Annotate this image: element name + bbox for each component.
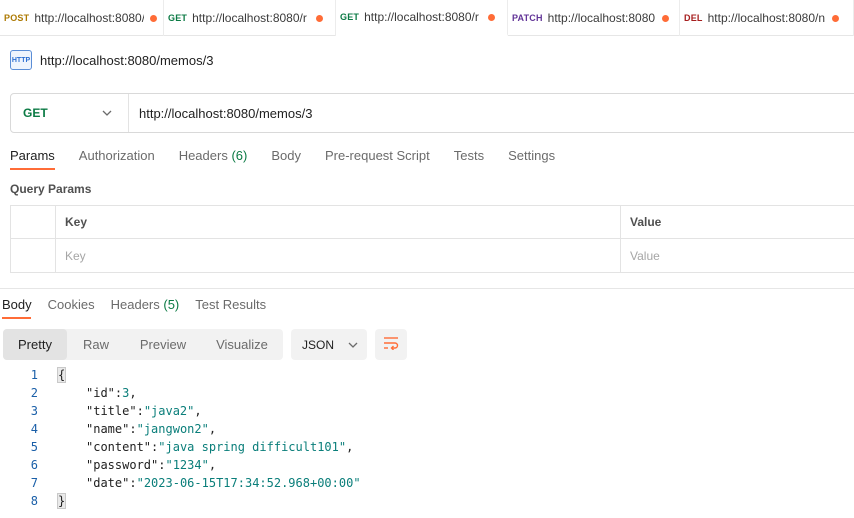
request-config-tabs: Params Authorization Headers (6) Body Pr… [10,148,579,170]
tab-settings[interactable]: Settings [508,148,555,170]
json-value: "1234" [165,458,209,472]
value-input[interactable]: Value [621,239,854,272]
tab-authorization[interactable]: Authorization [79,148,155,170]
line-number: 4 [30,422,38,436]
chevron-down-icon [348,339,358,351]
tab-url-label: http://localhost:8080/r [364,10,479,24]
json-value: "jangwon2" [136,422,209,436]
tab-cookies[interactable]: Cookies [48,297,95,319]
unsaved-dot-icon [150,14,157,22]
checkbox-cell [11,239,56,272]
line-number: 3 [30,404,38,418]
unsaved-dot-icon [831,14,839,22]
code-line: 8} [0,492,854,510]
line-number: 7 [30,476,38,490]
tab-body[interactable]: Body [271,148,301,170]
wrap-lines-icon [383,336,399,353]
line-number: 6 [30,458,38,472]
table-row: Key Value [11,239,854,272]
unsaved-dot-icon [488,13,496,21]
format-dropdown[interactable]: JSON [291,329,367,360]
section-divider [0,288,854,289]
tab-method-label: DEL [684,13,703,23]
view-mode-segmented-control: Pretty Raw Preview Visualize [3,329,283,360]
tab-params[interactable]: Params [10,148,55,170]
request-tab-post[interactable]: POST http://localhost:8080/ [0,0,164,36]
unsaved-dot-icon [316,14,324,22]
pretty-button[interactable]: Pretty [3,329,67,360]
chevron-down-icon [102,107,112,119]
method-value: GET [23,106,48,120]
raw-button[interactable]: Raw [67,329,125,360]
line-number: 1 [30,368,38,382]
line-number: 8 [30,494,38,508]
column-header-value: Value [630,215,662,229]
response-tabs: Body Cookies Headers (5) Test Results [2,297,282,319]
request-tab-delete[interactable]: DEL http://localhost:8080/n [680,0,854,36]
request-tab-get-2[interactable]: GET http://localhost:8080/r [336,0,508,36]
column-header-key: Key [56,206,621,238]
line-number: 5 [30,440,38,454]
unsaved-dot-icon [661,14,669,22]
tab-url-label: http://localhost:8080 [547,11,656,25]
request-tab-bar: POST http://localhost:8080/ GET http://l… [0,0,854,36]
tab-method-label: GET [168,13,188,23]
method-dropdown[interactable]: GET [11,94,129,132]
code-line: 2 "id": 3, [0,384,854,402]
tab-method-label: PATCH [512,13,543,23]
tab-pre-request-script[interactable]: Pre-request Script [325,148,430,170]
json-key: "name" [86,422,130,436]
request-tab-patch[interactable]: PATCH http://localhost:8080 [508,0,680,36]
tab-method-label: POST [4,13,30,23]
response-headers-count: (5) [163,297,180,312]
url-input[interactable]: http://localhost:8080/memos/3 [129,106,312,121]
code-line: 5 "content": "java spring difficult101", [0,438,854,456]
response-body-editor[interactable]: 1{ 2 "id": 3, 3 "title": "java2", 4 "name":… [0,366,854,510]
wrap-lines-button[interactable] [375,329,407,360]
table-header-row: Key Value [11,206,854,239]
request-title-row: HTTP http://localhost:8080/memos/3 [10,50,213,70]
checkbox-column [11,206,56,238]
line-number: 2 [30,386,38,400]
open-brace: { [56,367,67,383]
format-value: JSON [302,337,335,352]
query-params-heading: Query Params [10,182,92,196]
tab-headers-label: Headers [178,148,228,163]
tab-tests[interactable]: Tests [454,148,484,170]
tab-url-label: http://localhost:8080/r [192,11,307,25]
json-value: "java spring difficult101" [158,440,347,454]
code-line: 3 "title": "java2", [0,402,854,420]
tab-response-headers[interactable]: Headers (5) [111,297,180,319]
json-key: "content" [86,440,152,454]
key-input[interactable]: Key [56,239,621,272]
request-tab-get-1[interactable]: GET http://localhost:8080/r [164,0,336,36]
tab-response-headers-label: Headers [110,297,160,312]
code-line: 1{ [0,366,854,384]
http-request-icon: HTTP [10,50,32,70]
tab-response-body[interactable]: Body [2,297,32,319]
headers-count: (6) [231,148,248,163]
tab-headers[interactable]: Headers (6) [179,148,248,170]
request-title[interactable]: http://localhost:8080/memos/3 [40,53,213,68]
tab-test-results[interactable]: Test Results [195,297,266,319]
json-value: "java2" [143,404,195,418]
code-line: 7 "date": "2023-06-15T17:34:52.968+00:00" [0,474,854,492]
close-brace: } [56,493,67,509]
json-key: "title" [86,404,137,418]
code-line: 4 "name": "jangwon2", [0,420,854,438]
tab-url-label: http://localhost:8080/ [34,11,144,25]
json-key: "password" [86,458,159,472]
url-bar: GET http://localhost:8080/memos/3 [10,93,854,133]
tab-url-label: http://localhost:8080/n [707,11,826,25]
json-key: "id" [86,386,115,400]
tab-method-label: GET [340,12,360,22]
json-value: 3 [122,386,130,400]
visualize-button[interactable]: Visualize [201,329,283,360]
preview-button[interactable]: Preview [125,329,201,360]
code-line: 6 "password": "1234", [0,456,854,474]
query-params-table: Key Value Key Value [10,205,854,273]
json-key: "date" [86,476,130,490]
json-value: "2023-06-15T17:34:52.968+00:00" [136,476,361,490]
